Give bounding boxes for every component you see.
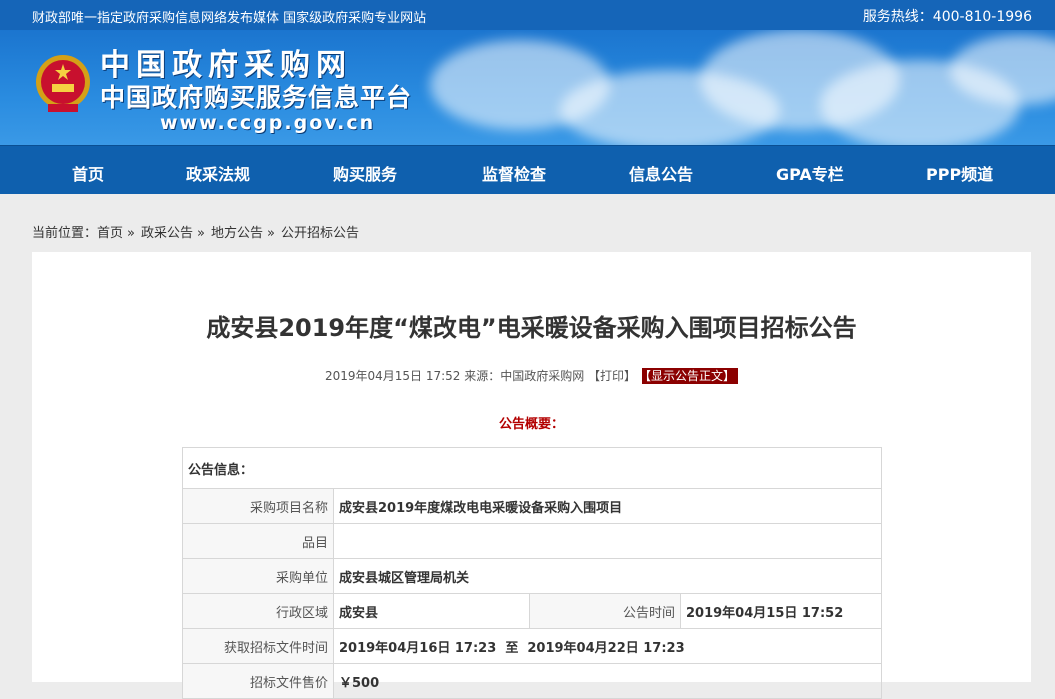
breadcrumb: 当前位置：首页» 政采公告» 地方公告» 公开招标公告 — [32, 226, 359, 241]
nav-home[interactable]: 首页 — [72, 161, 104, 185]
site-url: www.ccgp.gov.cn — [160, 112, 376, 134]
national-emblem-icon — [36, 55, 90, 112]
buyer-value: 成安县城区管理局机关 — [333, 558, 882, 594]
region-label: 行政区域 — [182, 593, 334, 629]
top-bar: 财政部唯一指定政府采购信息网络发布媒体 国家级政府采购专业网站 服务热线：400… — [0, 0, 1055, 30]
breadcrumb-procurement[interactable]: 政采公告 — [141, 226, 193, 241]
main-nav: 首页 政采法规 购买服务 监督检查 信息公告 GPA专栏 PPP频道 — [0, 145, 1055, 194]
item-label: 品目 — [182, 523, 334, 559]
table-row: 获取招标文件时间 2019年04月16日 17:23 至 2019年04月22日… — [182, 628, 882, 664]
nav-supervision[interactable]: 监督检查 — [482, 161, 546, 185]
region-value: 成安县 — [333, 593, 530, 629]
notice-time-value: 2019年04月15日 17:52 — [680, 593, 882, 629]
breadcrumb-local[interactable]: 地方公告 — [211, 226, 263, 241]
table-row: 公告信息： — [182, 447, 882, 489]
price-label: 招标文件售价 — [182, 663, 334, 699]
buyer-label: 采购单位 — [182, 558, 334, 594]
site-subtitle: 中国政府购买服务信息平台 — [100, 83, 413, 112]
notice-time-label: 公告时间 — [529, 593, 681, 629]
item-value — [333, 523, 882, 559]
breadcrumb-home[interactable]: 首页 — [97, 226, 123, 241]
doc-time-value: 2019年04月16日 17:23 至 2019年04月22日 17:23 — [333, 628, 882, 664]
article-meta-text: 2019年04月15日 17:52 来源：中国政府采购网 【打印】 — [324, 369, 637, 383]
show-content-button[interactable]: 【显示公告正文】 — [642, 368, 739, 384]
site-slogan: 财政部唯一指定政府采购信息网络发布媒体 国家级政府采购专业网站 — [32, 11, 427, 26]
site-name: 中国政府采购网 — [100, 48, 352, 83]
nav-services[interactable]: 购买服务 — [333, 161, 397, 185]
notice-info-table: 公告信息： 采购项目名称 成安县2019年度煤改电电采暖设备采购入围项目 品目 … — [182, 447, 882, 699]
article-meta: 2019年04月15日 17:52 来源：中国政府采购网 【打印】 【显示公告正文… — [32, 367, 1031, 384]
table-row: 行政区域 成安县 公告时间 2019年04月15日 17:52 — [182, 593, 882, 629]
nav-ppp[interactable]: PPP频道 — [926, 161, 993, 185]
project-name-label: 采购项目名称 — [182, 488, 334, 524]
table-row: 招标文件售价 ￥500 — [182, 663, 882, 699]
table-row: 采购项目名称 成安县2019年度煤改电电采暖设备采购入围项目 — [182, 488, 882, 524]
doc-time-label: 获取招标文件时间 — [182, 628, 334, 664]
service-hotline: 服务热线：400-810-1996 — [862, 9, 1032, 25]
nav-announcements[interactable]: 信息公告 — [629, 161, 693, 185]
nav-gpa[interactable]: GPA专栏 — [776, 161, 844, 185]
table-row: 采购单位 成安县城区管理局机关 — [182, 558, 882, 594]
breadcrumb-tender[interactable]: 公开招标公告 — [281, 226, 359, 241]
article-panel: 成安县2019年度“煤改电”电采暖设备采购入围项目招标公告 2019年04月15… — [32, 252, 1031, 699]
project-name-value: 成安县2019年度煤改电电采暖设备采购入围项目 — [333, 488, 882, 524]
nav-regulations[interactable]: 政采法规 — [186, 161, 250, 185]
site-banner: 中国政府采购网 中国政府购买服务信息平台 www.ccgp.gov.cn — [0, 30, 1055, 145]
table-row: 品目 — [182, 523, 882, 559]
summary-label: 公告概要： — [498, 417, 564, 432]
breadcrumb-prefix: 当前位置： — [32, 226, 98, 241]
table-header: 公告信息： — [182, 447, 882, 489]
article-title: 成安县2019年度“煤改电”电采暖设备采购入围项目招标公告 — [206, 314, 857, 342]
price-value: ￥500 — [333, 663, 882, 699]
